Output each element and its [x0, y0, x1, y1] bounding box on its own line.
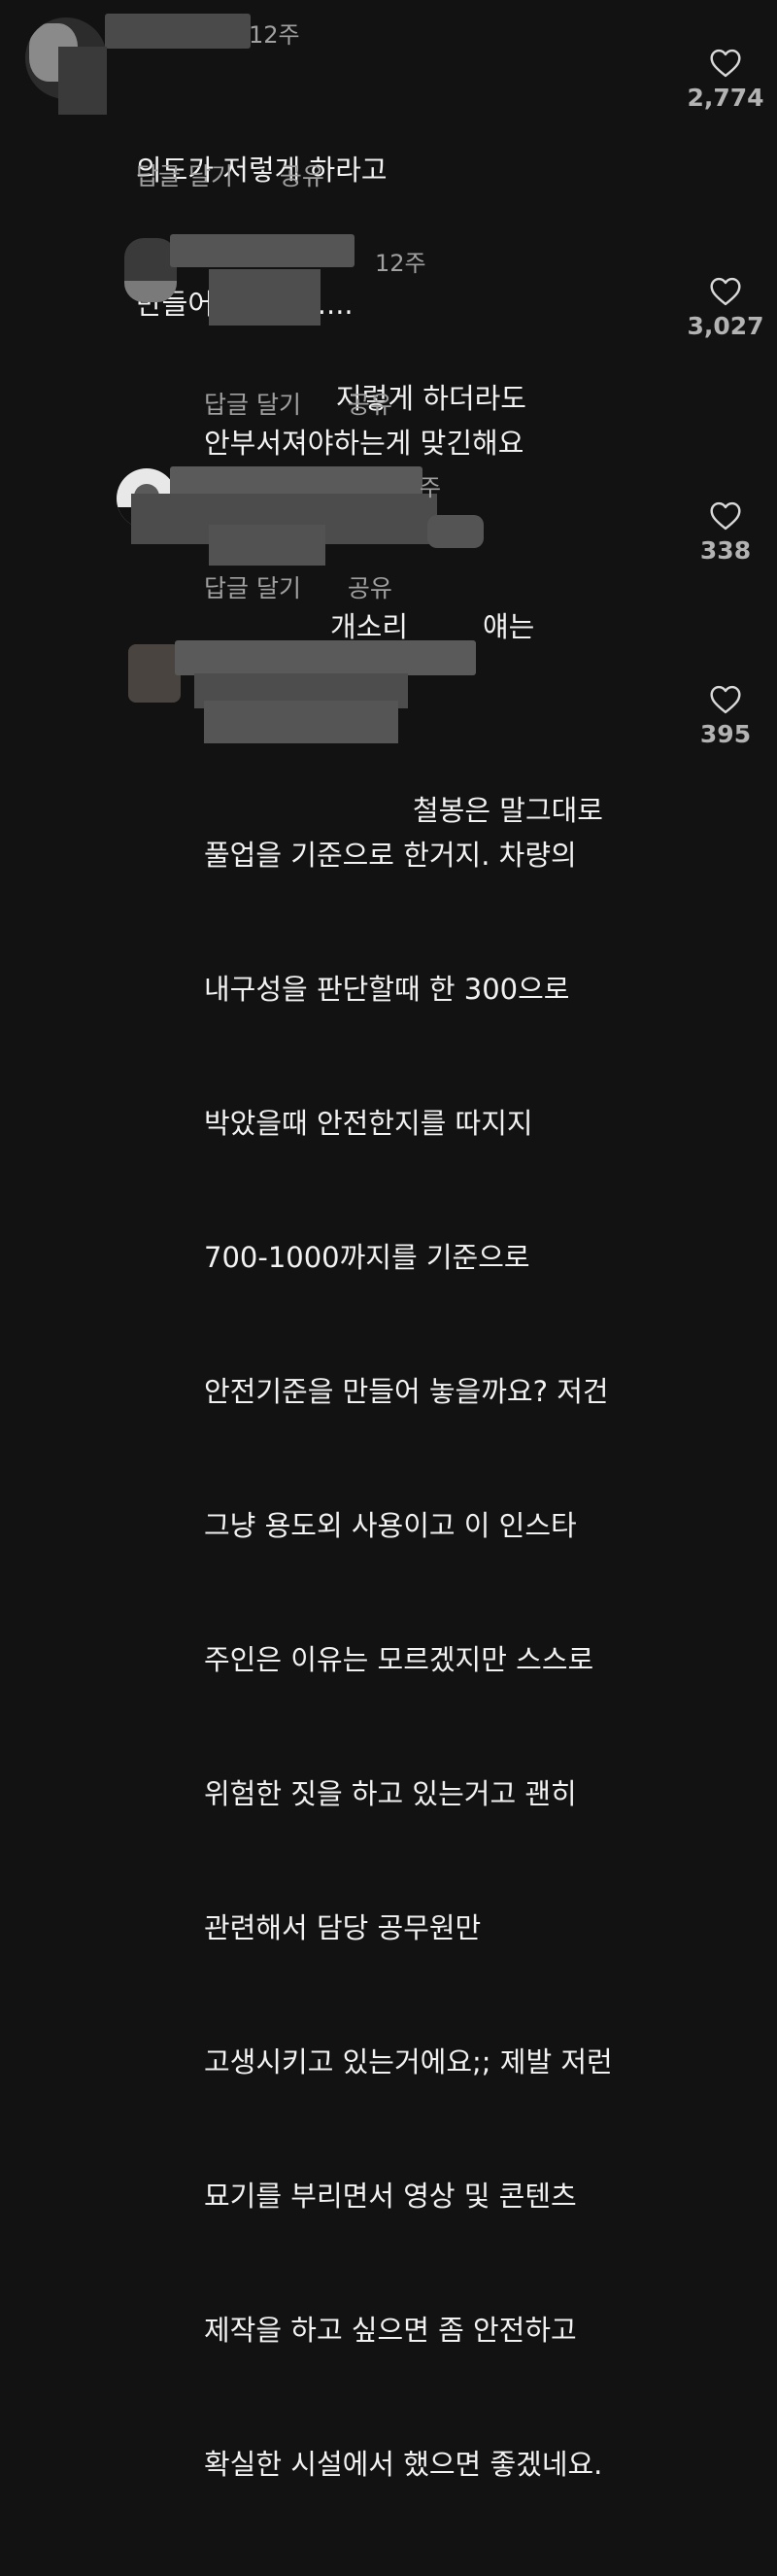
- redaction-block: [58, 47, 107, 115]
- comment-actions: 답글 달기 공유: [136, 157, 324, 192]
- comment-time: 12주: [249, 21, 300, 49]
- like-button[interactable]: 2,774: [682, 49, 769, 112]
- like-button[interactable]: 395: [682, 685, 769, 748]
- comment-line: 묘기를 부리면서 영상 및 콘텐츠: [204, 2180, 577, 2213]
- avatar[interactable]: [128, 644, 181, 703]
- like-count: 338: [699, 536, 752, 565]
- comment-line: 내구성을 판단할때 한 300으로: [204, 973, 570, 1006]
- comment-actions: 답글 달기 공유: [204, 386, 392, 421]
- reply-button[interactable]: 답글 달기: [204, 569, 301, 604]
- like-button[interactable]: 338: [682, 501, 769, 565]
- comment-actions: 답글 달기 공유: [204, 569, 392, 604]
- redaction-block: [209, 269, 321, 326]
- like-count: 395: [699, 720, 752, 748]
- comment-time: 12주: [375, 250, 426, 277]
- comment-line: 안전기준을 만들어 놓을까요? 저건: [204, 1375, 609, 1408]
- reply-button[interactable]: 답글 달기: [204, 386, 301, 421]
- username-redacted: [175, 640, 476, 675]
- comment-2: 12주 저렇게 하더라도 안부서져야하는게 맞긴해요 답글 달기 공유 3,02…: [0, 228, 777, 460]
- username-redacted: [170, 234, 355, 267]
- comment-line: 제작을 하고 싶으면 좀 안전하고: [204, 2314, 577, 2347]
- comment-line: 그냥 용도외 사용이고 이 인스타: [204, 1509, 577, 1542]
- heart-outline-icon[interactable]: [709, 501, 742, 531]
- redaction-block: [204, 701, 398, 743]
- like-count: 2,774: [687, 84, 764, 112]
- redaction-block: [209, 525, 325, 566]
- comment-line: 풀업을 기준으로 한거지. 차량의: [204, 839, 577, 872]
- username-redacted: [105, 14, 251, 49]
- comment-3: 주 개소리 얘는 답글 달기 공유 338: [0, 457, 777, 643]
- comment-line: 700-1000까지를 기준으로: [204, 1241, 530, 1274]
- heart-outline-icon[interactable]: [709, 685, 742, 714]
- comment-line: 확실한 시설에서 했으면 좋겠네요.: [204, 2448, 603, 2481]
- comment-1: 12주 의도가 저렇게 하라고 만들어놓은걸까.... 답글 달기 공유 2,7…: [0, 0, 777, 321]
- redaction-block: [427, 515, 484, 548]
- comment-line: 고생시키고 있는거에요;; 제발 저런: [204, 2045, 613, 2078]
- share-button[interactable]: 공유: [280, 157, 324, 192]
- comment-text: 풀업을 기준으로 한거지. 차량의 내구성을 판단할때 한 300으로 박았을때…: [204, 743, 613, 2576]
- heart-outline-icon[interactable]: [709, 277, 742, 306]
- reply-button[interactable]: 답글 달기: [136, 157, 233, 192]
- comment-time: 주: [420, 474, 442, 501]
- avatar[interactable]: [124, 238, 177, 302]
- like-count: 3,027: [687, 312, 764, 340]
- comment-line: 관련해서 담당 공무원만: [204, 1911, 482, 1944]
- like-button[interactable]: 3,027: [682, 277, 769, 340]
- comment-line: 위험한 짓을 하고 있는거고 괜히: [204, 1777, 577, 1810]
- share-button[interactable]: 공유: [348, 569, 392, 604]
- comment-line: 주인은 이유는 모르겠지만 스스로: [204, 1643, 594, 1676]
- comment-4: 철봉은 말그대로 풀업을 기준으로 한거지. 차량의 내구성을 판단할때 한 3…: [0, 636, 777, 2481]
- heart-outline-icon[interactable]: [709, 49, 742, 78]
- share-button[interactable]: 공유: [348, 386, 392, 421]
- comment-line: 박았을때 안전한지를 따지지: [204, 1107, 533, 1140]
